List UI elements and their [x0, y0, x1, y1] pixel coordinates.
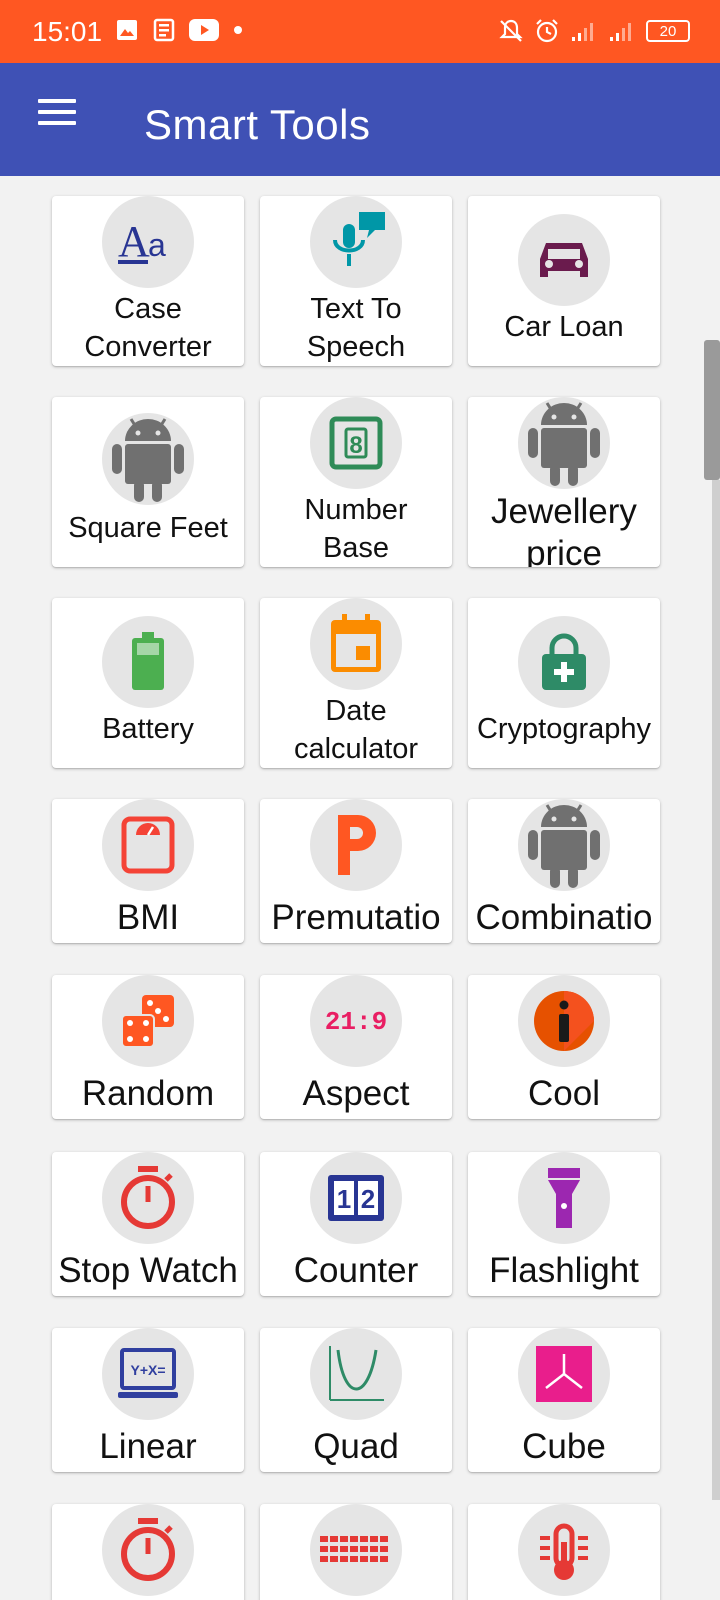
android-icon — [102, 413, 194, 505]
tool-label: Car Loan — [504, 311, 624, 343]
tool-label: Flashlight — [489, 1251, 639, 1290]
tool-card-bmi[interactable]: BMI — [52, 799, 244, 943]
tool-card-battery[interactable]: Battery — [52, 598, 244, 768]
status-time: 15:01 — [32, 16, 103, 47]
equalizer-icon — [310, 1504, 402, 1596]
tool-card-flashlight[interactable]: Flashlight — [468, 1152, 660, 1296]
tool-card-stop-watch[interactable]: Stop Watch — [52, 1152, 244, 1296]
tool-label: Aspect — [302, 1074, 410, 1113]
news-icon — [153, 18, 175, 42]
tool-card-cool[interactable]: Cool — [468, 975, 660, 1119]
aspect-ratio-glyph: 21:9 — [325, 1007, 387, 1037]
status-left-icons — [115, 18, 245, 42]
number-base-icon: 8 — [310, 397, 402, 489]
status-right-icons: 20 — [498, 18, 690, 44]
tool-label: Number Base — [304, 494, 408, 564]
tool-label: Cube — [522, 1427, 606, 1466]
battery-level: 20 — [659, 22, 677, 40]
tool-label: Linear — [99, 1427, 197, 1466]
tool-label: BMI — [116, 898, 180, 937]
svg-text:a: a — [148, 227, 166, 263]
tool-label: Date calculator — [293, 695, 419, 765]
android-icon — [518, 397, 610, 489]
tool-label: Case Converter — [84, 293, 212, 363]
cube-axes-icon — [518, 1328, 610, 1420]
thermometer-icon — [518, 1504, 610, 1596]
text-to-speech-icon — [310, 196, 402, 288]
tool-card-random[interactable]: Random — [52, 975, 244, 1119]
tool-label: Counter — [293, 1251, 419, 1290]
tool-card-case-converter[interactable]: Aa Case Converter — [52, 196, 244, 366]
tool-label: Cool — [528, 1074, 600, 1113]
notifications-off-icon — [499, 19, 523, 42]
tool-card-quad[interactable]: Quad — [260, 1328, 452, 1472]
tool-label: Battery — [102, 713, 194, 745]
info-icon — [518, 975, 610, 1067]
tool-card-linear[interactable]: Y+X= Linear — [52, 1328, 244, 1472]
tool-card-square-feet[interactable]: Square Feet — [52, 397, 244, 567]
lock-icon — [518, 616, 610, 708]
tool-card-combinatio[interactable]: Combinatio — [468, 799, 660, 943]
quadratic-graph-icon — [310, 1328, 402, 1420]
tools-grid: Aa Case Converter Text To Speech Car Loa… — [0, 176, 720, 1600]
tool-card-number-base[interactable]: 8 Number Base — [260, 397, 452, 567]
counter-left-digit: 1 — [337, 1184, 351, 1214]
tool-card-date-calculator[interactable]: Date calculator — [260, 598, 452, 768]
scrollbar-track[interactable] — [712, 480, 720, 1500]
tool-card-car-loan[interactable]: Car Loan — [468, 196, 660, 366]
flashlight-icon — [518, 1152, 610, 1244]
dot-icon — [234, 26, 242, 34]
tool-label: Text To Speech — [306, 293, 406, 363]
tool-card-cryptography[interactable]: Cryptography — [468, 598, 660, 768]
menu-icon[interactable] — [30, 99, 80, 139]
tool-label: Jewellery price — [491, 492, 637, 567]
tool-label: Cryptography — [476, 713, 652, 745]
tool-label: Stop Watch — [58, 1251, 238, 1290]
signal-2-icon — [610, 23, 631, 41]
counter-icon: 12 — [310, 1152, 402, 1244]
tool-card-text-to-speech[interactable]: Text To Speech — [260, 196, 452, 366]
tool-card-equalizer[interactable] — [260, 1504, 452, 1600]
tool-label: Square Feet — [68, 512, 228, 544]
stopwatch-icon — [102, 1152, 194, 1244]
tool-label: Quad — [313, 1427, 399, 1466]
tool-label: Random — [81, 1074, 215, 1113]
tool-card-cube[interactable]: Cube — [468, 1328, 660, 1472]
app-title: Smart Tools — [144, 101, 371, 148]
status-bar: 15:01 20 — [0, 0, 720, 63]
alarm-icon — [536, 19, 558, 43]
signal-icon — [572, 23, 593, 41]
linear-glyph: Y+X= — [130, 1362, 165, 1378]
app-bar: Smart Tools — [0, 63, 720, 176]
aspect-ratio-icon: 21:9 — [310, 975, 402, 1067]
tool-label: Combinatio — [475, 898, 653, 937]
svg-text:A: A — [118, 217, 150, 266]
calendar-icon — [310, 598, 402, 690]
youtube-icon — [189, 19, 219, 41]
counter-right-digit: 2 — [361, 1184, 375, 1214]
stopwatch-icon — [102, 1504, 194, 1596]
dice-icon — [102, 975, 194, 1067]
battery-indicator: 20 — [646, 20, 690, 42]
battery-icon — [102, 616, 194, 708]
letter-p-icon — [310, 799, 402, 891]
tool-label: Premutatio — [271, 898, 441, 937]
tool-card-premutatio[interactable]: Premutatio — [260, 799, 452, 943]
tool-card-counter[interactable]: 12 Counter — [260, 1152, 452, 1296]
tool-card-timer[interactable] — [52, 1504, 244, 1600]
car-icon — [518, 214, 610, 306]
case-converter-icon: Aa — [102, 196, 194, 288]
android-icon — [518, 799, 610, 891]
gallery-icon — [117, 20, 137, 40]
scale-icon — [102, 799, 194, 891]
number-base-glyph: 8 — [349, 432, 362, 459]
tool-card-aspect[interactable]: 21:9 Aspect — [260, 975, 452, 1119]
tool-card-temperature[interactable] — [468, 1504, 660, 1600]
linear-equation-icon: Y+X= — [102, 1328, 194, 1420]
tool-card-jewellery-price[interactable]: Jewellery price — [468, 397, 660, 567]
scrollbar-thumb[interactable] — [704, 340, 720, 480]
